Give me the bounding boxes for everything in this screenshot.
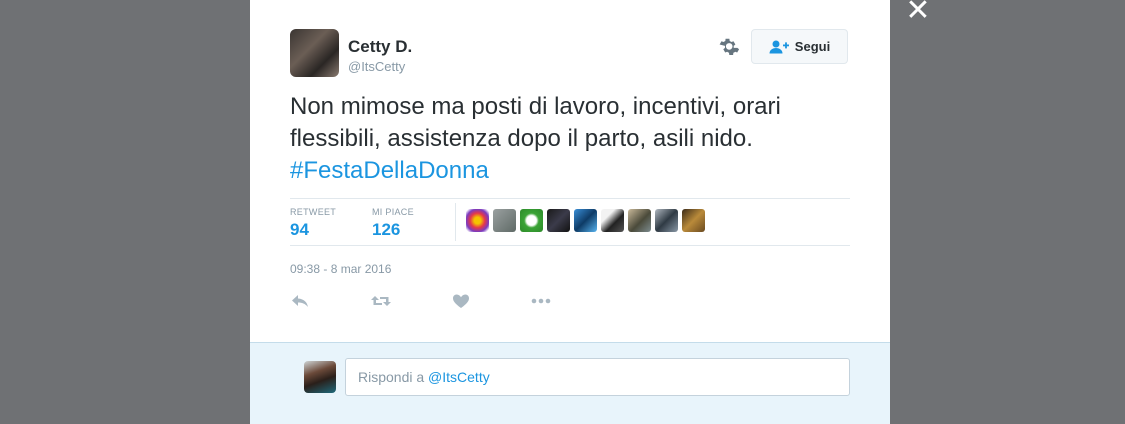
liker-avatar[interactable] — [547, 209, 570, 232]
tweet-text: Non mimose ma posti di lavoro, incentivi… — [290, 91, 850, 187]
retweet-count[interactable]: 94 — [290, 220, 309, 240]
stats-divider-top — [290, 198, 850, 199]
add-user-icon — [769, 40, 789, 53]
reply-icon[interactable] — [290, 291, 312, 311]
tweet-card: Cetty D. @ItsCetty Segui Non mimose ma p… — [250, 0, 890, 424]
follow-button[interactable]: Segui — [751, 29, 848, 64]
follow-label: Segui — [794, 39, 831, 54]
tweet-timestamp[interactable]: 09:38 - 8 mar 2016 — [290, 262, 391, 276]
tweet-body: Non mimose ma posti di lavoro, incentivi… — [290, 93, 781, 152]
like-icon[interactable] — [450, 291, 472, 311]
liker-avatar[interactable] — [466, 209, 489, 232]
liker-avatar[interactable] — [682, 209, 705, 232]
likes-count[interactable]: 126 — [372, 220, 400, 240]
more-icon[interactable] — [530, 291, 552, 311]
liker-avatar[interactable] — [574, 209, 597, 232]
current-user-avatar — [304, 361, 336, 393]
liker-avatar[interactable] — [520, 209, 543, 232]
liker-avatar[interactable] — [493, 209, 516, 232]
stats-divider-bottom — [290, 245, 850, 246]
reply-input[interactable]: Rispondi a @ItsCetty — [345, 358, 850, 396]
close-icon[interactable]: ✕ — [902, 0, 934, 26]
user-avatar[interactable] — [290, 29, 339, 77]
liker-avatar[interactable] — [655, 209, 678, 232]
reply-area: Rispondi a @ItsCetty — [250, 342, 890, 424]
user-handle[interactable]: @ItsCetty — [348, 59, 405, 74]
user-name[interactable]: Cetty D. — [348, 37, 412, 57]
hashtag-link[interactable]: #FestaDellaDonna — [290, 157, 489, 184]
liker-avatar[interactable] — [601, 209, 624, 232]
likers-avatars — [466, 209, 705, 232]
gear-icon[interactable] — [717, 35, 741, 59]
retweet-icon[interactable] — [370, 291, 392, 311]
stats-divider-vertical — [455, 203, 456, 241]
retweet-label: RETWEET — [290, 207, 337, 217]
reply-placeholder-mention: @ItsCetty — [428, 369, 490, 385]
liker-avatar[interactable] — [628, 209, 651, 232]
likes-label: MI PIACE — [372, 207, 414, 217]
reply-placeholder-prefix: Rispondi a — [358, 369, 429, 385]
